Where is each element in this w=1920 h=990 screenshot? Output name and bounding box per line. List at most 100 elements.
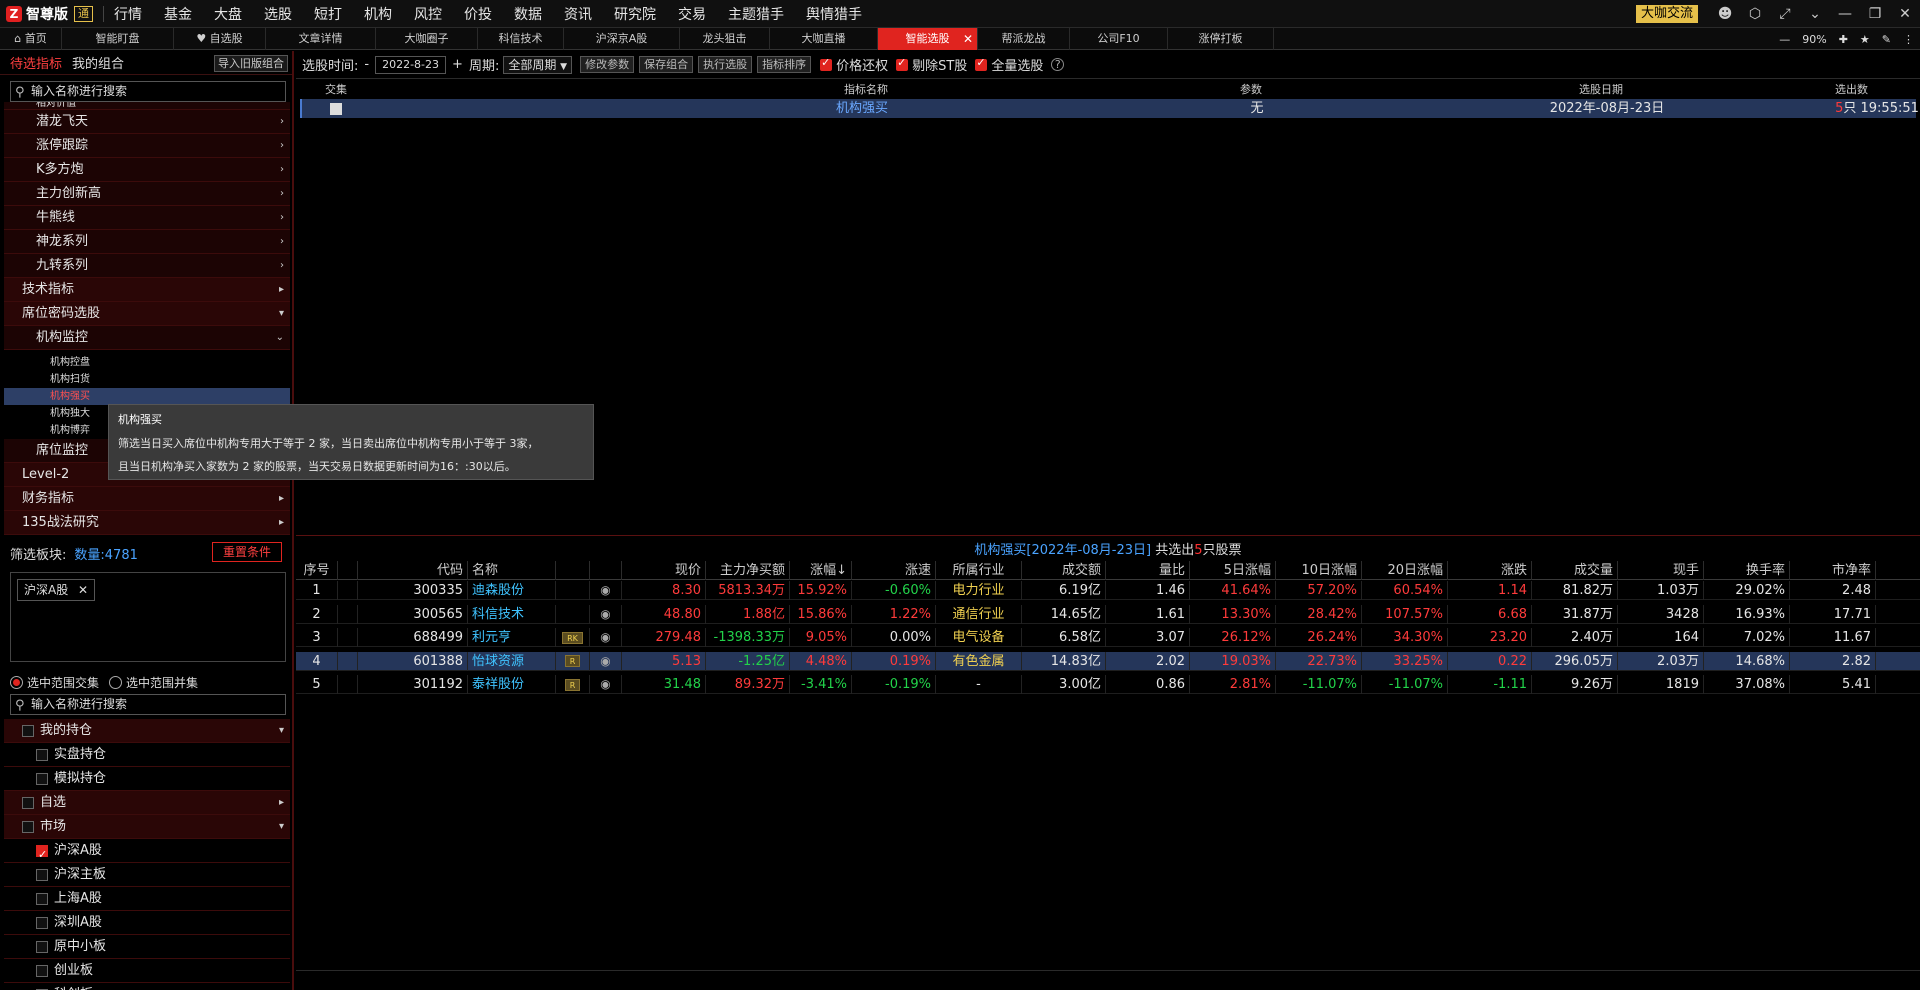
user-icon[interactable]: ☻	[1710, 6, 1740, 22]
tab-item[interactable]: 文章详情	[266, 27, 376, 50]
close-icon[interactable]: ✕	[1890, 6, 1920, 22]
date-increment[interactable]: +	[452, 57, 463, 72]
menu-item[interactable]: 大盘	[214, 4, 242, 24]
menu-item[interactable]: 研究院	[614, 4, 656, 24]
expand-arrow-icon[interactable]: ▾	[279, 302, 284, 326]
col-header-price[interactable]: 现价	[622, 561, 706, 580]
checkbox[interactable]	[36, 916, 48, 929]
expand-arrow-icon[interactable]: ›	[280, 158, 284, 182]
help-icon[interactable]: ?	[1051, 58, 1065, 71]
check-exclude-st[interactable]: 剔除ST股	[896, 55, 967, 74]
col-header-name[interactable]: 名称	[468, 561, 556, 580]
indicator-search-input[interactable]: ⚲ 输入名称进行搜索	[10, 81, 286, 102]
expand-arrow-icon[interactable]: ›	[280, 110, 284, 134]
tab-item[interactable]: 智能选股 ✕	[878, 27, 978, 50]
cell-eye[interactable]: ◉	[590, 604, 622, 624]
col-header-d20[interactable]: 20日涨幅	[1362, 561, 1448, 580]
col-count[interactable]: 选出数	[1668, 81, 1868, 99]
market-tree-item[interactable]: 我的持仓 ▾	[4, 719, 290, 743]
eye-icon[interactable]: ◉	[600, 583, 610, 597]
tab-my-portfolio[interactable]: 我的组合	[72, 53, 124, 72]
market-tree-item[interactable]: 科创板	[4, 983, 290, 990]
indicator-name[interactable]: 机构强买	[792, 99, 932, 118]
table-row[interactable]: 4 601388 怡球资源 R ◉ 5.13 -1.25亿 4.48% 0.19% 有色金属 14.…	[296, 651, 1920, 671]
cell-code[interactable]: 601388	[358, 651, 468, 671]
more-icon[interactable]: ⋮	[1903, 33, 1914, 46]
chevron-down-icon[interactable]: ⌄	[1800, 6, 1830, 22]
market-tree-item[interactable]: 沪深主板	[4, 863, 290, 887]
tree-leaf[interactable]: 机构强买	[4, 388, 290, 405]
col-header-industry[interactable]: 所属行业	[936, 561, 1022, 580]
checkbox[interactable]	[36, 868, 48, 881]
cell-code[interactable]: 300335	[358, 581, 468, 600]
indicator-sort-button[interactable]: 指标排序	[757, 56, 812, 73]
cell-code[interactable]: 301192	[358, 675, 468, 694]
cell-name[interactable]: 利元亨	[468, 628, 556, 647]
tab-candidate-indicators[interactable]: 待选指标	[10, 53, 62, 72]
cell-code[interactable]: 300565	[358, 604, 468, 624]
tree-item[interactable]: 神龙系列 ›	[4, 230, 290, 254]
star-icon[interactable]: ★	[1860, 33, 1870, 46]
checkbox[interactable]	[22, 724, 34, 737]
menu-item[interactable]: 行情	[114, 4, 142, 24]
menu-item[interactable]: 基金	[164, 4, 192, 24]
app-logo[interactable]: Z 智尊版 通	[0, 0, 93, 28]
market-tree-item[interactable]: 模拟持仓	[4, 767, 290, 791]
zoom-in-icon[interactable]: ✚	[1839, 33, 1848, 46]
intersect-checkbox[interactable]	[330, 99, 344, 118]
table-row[interactable]: 1 300335 迪森股份 ◉ 8.30 5813.34万 15.92% -0.60% 电力行业…	[296, 581, 1920, 600]
tree-item[interactable]: 机构监控 ⌄	[4, 326, 290, 350]
tree-item[interactable]: 牛熊线 ›	[4, 206, 290, 230]
checkbox[interactable]	[36, 772, 48, 785]
cell-eye[interactable]: ◉	[590, 675, 622, 694]
tree-item[interactable]: 席位密码选股 ▾	[4, 302, 290, 326]
tab-close-icon[interactable]: ✕	[963, 28, 973, 50]
menu-item[interactable]: 价投	[464, 4, 492, 24]
market-tree-item[interactable]: 实盘持仓	[4, 743, 290, 767]
expand-arrow-icon[interactable]: ▸	[279, 511, 284, 535]
col-params[interactable]: 参数	[1176, 81, 1326, 99]
tree-item[interactable]: 九转系列 ›	[4, 254, 290, 278]
tab-item[interactable]: 龙头狙击	[680, 27, 770, 50]
cell-code[interactable]: 688499	[358, 628, 468, 647]
tab-item[interactable]: 大咖直播	[770, 27, 878, 50]
col-indicator-name[interactable]: 指标名称	[796, 81, 936, 99]
expand-arrow-icon[interactable]: ▸	[279, 791, 284, 815]
col-header-vol[interactable]: 成交量	[1532, 561, 1618, 580]
menu-item[interactable]: 短打	[314, 4, 342, 24]
tab-item[interactable]: 公司F10	[1070, 27, 1168, 50]
col-header-hand[interactable]: 现手	[1618, 561, 1704, 580]
import-old-portfolio-button[interactable]: 导入旧版组合	[214, 55, 288, 72]
table-row[interactable]: 3 688499 利元亨 RK ◉ 279.48 -1398.33万 9.05% 0.00% 电气…	[296, 628, 1920, 647]
menu-item[interactable]: 数据	[514, 4, 542, 24]
indicator-row[interactable]: 机构强买 无 2022年-08月-23日 5只 19:55:51	[300, 99, 1919, 118]
tree-leaf[interactable]: 机构控盘	[4, 354, 290, 371]
tab-item[interactable]: 大咖圈子	[376, 27, 478, 50]
collapse-icon[interactable]: ⤢	[1770, 6, 1800, 22]
expand-arrow-icon[interactable]: ›	[280, 134, 284, 158]
tree-item[interactable]: 涨停跟踪 ›	[4, 134, 290, 158]
tree-item[interactable]: 135战法研究 ▸	[4, 511, 290, 535]
chip-remove-icon[interactable]: ✕	[78, 583, 88, 597]
cell-name[interactable]: 迪森股份	[468, 581, 556, 600]
expand-arrow-icon[interactable]: ▸	[279, 278, 284, 302]
col-header-vr[interactable]: 量比	[1106, 561, 1190, 580]
board-search-input[interactable]: ⚲ 输入名称进行搜索	[10, 694, 286, 715]
date-decrement[interactable]: -	[364, 57, 369, 72]
table-row[interactable]: 5 301192 泰祥股份 R ◉ 31.48 89.32万 -3.41% -0.19% - 3.0…	[296, 675, 1920, 694]
expand-arrow-icon[interactable]: ›	[280, 230, 284, 254]
table-row[interactable]: 2 300565 科信技术 ◉ 48.80 1.88亿 15.86% 1.22% 通信行业 14.…	[296, 604, 1920, 624]
expand-arrow-icon[interactable]: ›	[280, 182, 284, 206]
restore-icon[interactable]: ❐	[1860, 6, 1890, 22]
expand-arrow-icon[interactable]: ▸	[279, 487, 284, 511]
col-header-code[interactable]: 代码	[358, 561, 468, 580]
checkbox[interactable]	[36, 843, 48, 867]
tree-item[interactable]: 主力创新高 ›	[4, 182, 290, 206]
save-portfolio-button[interactable]: 保存组合	[639, 56, 694, 73]
market-tree-item[interactable]: 原中小板	[4, 935, 290, 959]
radio-intersect[interactable]	[10, 676, 23, 689]
eye-icon[interactable]: ◉	[600, 630, 610, 644]
menu-item[interactable]: 机构	[364, 4, 392, 24]
edit-icon[interactable]: ✎	[1882, 33, 1891, 46]
expand-arrow-icon[interactable]: ›	[280, 254, 284, 278]
